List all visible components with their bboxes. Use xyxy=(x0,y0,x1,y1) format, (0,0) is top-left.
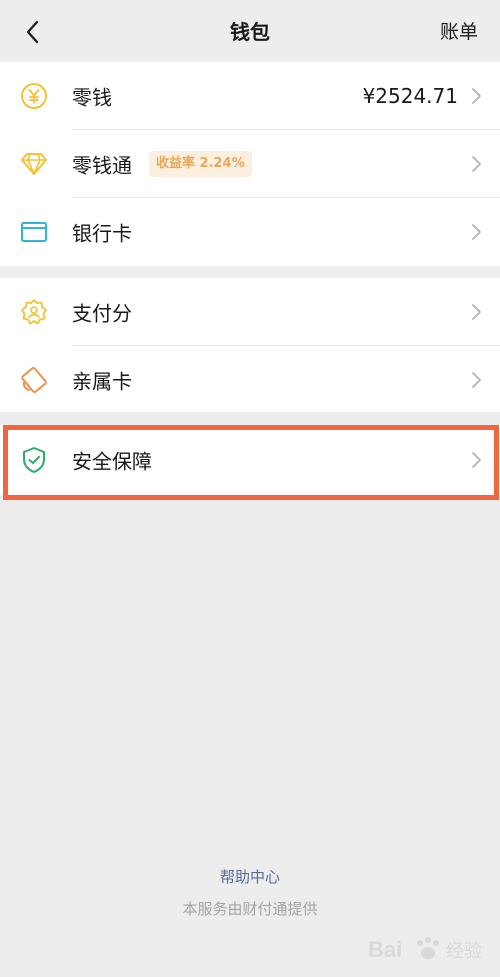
list-item-change[interactable]: 零钱 ¥2524.71 xyxy=(0,62,500,130)
bank-card-icon xyxy=(20,218,48,246)
item-label: 零钱 xyxy=(72,85,112,110)
provider-note: 本服务由财付通提供 xyxy=(182,900,318,918)
item-label: 亲属卡 xyxy=(72,369,132,394)
list-item-security[interactable]: 安全保障 xyxy=(0,425,500,495)
chevron-left-icon xyxy=(26,20,39,44)
item-label: 零钱通 xyxy=(72,153,132,178)
chevron-right-icon xyxy=(472,304,481,320)
svg-text:Bai: Bai xyxy=(368,937,402,962)
list-item-family-card[interactable]: 亲属卡 xyxy=(0,346,500,414)
item-label: 银行卡 xyxy=(72,221,132,246)
yield-rate-badge: 收益率 2.24% xyxy=(149,151,252,177)
chevron-right-icon xyxy=(472,156,481,172)
family-card-icon xyxy=(20,366,48,394)
chevron-right-icon xyxy=(472,452,481,468)
item-label: 安全保障 xyxy=(72,449,152,474)
wallet-group-2: 支付分 亲属卡 xyxy=(0,278,500,412)
security-shield-icon xyxy=(20,446,48,474)
help-center-link[interactable]: 帮助中心 xyxy=(0,866,500,887)
wallet-group-3: 安全保障 xyxy=(0,425,500,495)
page-title: 钱包 xyxy=(230,20,270,44)
chevron-right-icon xyxy=(472,224,481,240)
navigation-bar: 钱包 账单 xyxy=(0,0,500,64)
wallet-group-1: 零钱 ¥2524.71 零钱通 收益率 2.24% 银行卡 xyxy=(0,62,500,266)
bill-button[interactable]: 账单 xyxy=(440,0,478,64)
coin-yuan-icon xyxy=(20,82,48,110)
back-button[interactable] xyxy=(18,18,46,46)
list-item-payment-score[interactable]: 支付分 xyxy=(0,278,500,346)
chevron-right-icon xyxy=(472,372,481,388)
list-item-bank-card[interactable]: 银行卡 xyxy=(0,198,500,266)
list-item-lingqiantong[interactable]: 零钱通 收益率 2.24% xyxy=(0,130,500,198)
chevron-right-icon xyxy=(472,88,481,104)
balance-value: ¥2524.71 xyxy=(362,84,458,108)
item-label: 支付分 xyxy=(72,301,132,326)
diamond-icon xyxy=(20,150,48,178)
svg-text:经验: 经验 xyxy=(446,941,482,962)
payment-score-icon xyxy=(20,298,48,326)
baidu-watermark-logo: Bai 经验 xyxy=(368,937,482,962)
